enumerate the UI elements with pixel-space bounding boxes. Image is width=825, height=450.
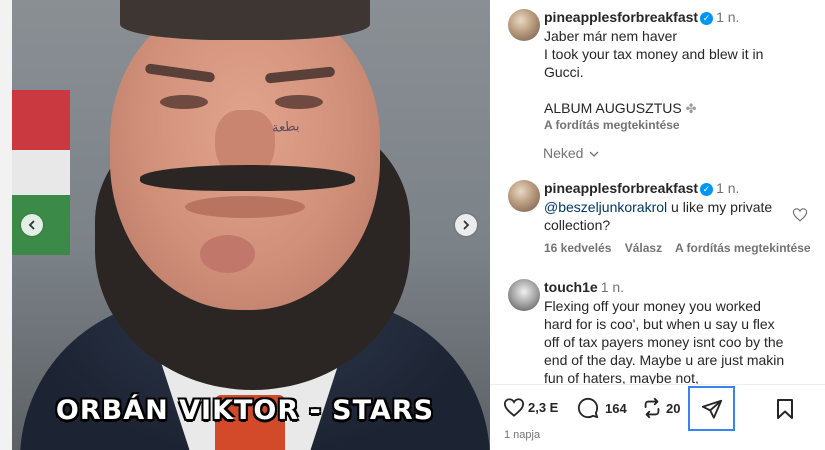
caption-line: I took your tax money and blew it in <box>544 46 764 62</box>
chevron-right-icon <box>463 220 470 230</box>
caption-line: ALBUM AUGUSZTUS <box>544 100 682 116</box>
share-button[interactable] <box>688 386 735 431</box>
reply-link[interactable]: Válasz <box>625 241 662 255</box>
media-caption: ORBÁN VIKTOR - STARS <box>55 395 435 426</box>
like-count: 2,3 E <box>528 399 559 415</box>
verified-badge-icon: ✓ <box>700 183 714 196</box>
action-bar: 2,3 E 164 20 1 napja <box>490 385 825 450</box>
save-button[interactable] <box>776 398 794 420</box>
paper-plane-icon <box>701 399 722 419</box>
see-translation-link[interactable]: A fordítás megtekintése <box>544 118 814 132</box>
repost-count: 20 <box>666 400 681 416</box>
comment-bubble-icon <box>577 397 599 419</box>
chevron-left-icon <box>28 220 35 230</box>
mention-link[interactable]: @beszeljunkorakrol <box>544 199 667 215</box>
face-tattoo: ﺑﻄﻌﺔ <box>271 119 301 136</box>
comment-meta: 16 kedvelés Válasz A fordítás megtekinté… <box>544 241 825 255</box>
avatar[interactable] <box>508 9 540 41</box>
repost-button[interactable]: 20 <box>641 397 680 419</box>
see-translation-link[interactable]: A fordítás megtekintése <box>675 241 811 255</box>
comment-username[interactable]: pineapplesforbreakfast <box>544 180 698 196</box>
heart-outline-icon[interactable] <box>792 207 808 222</box>
comment-time: 1 n. <box>600 279 625 295</box>
more-label: Neked <box>543 145 584 161</box>
hair <box>120 0 370 40</box>
post-media[interactable]: ﺑﻄﻌﺔ ORBÁN VIKTOR - STARS <box>0 0 490 450</box>
heart-outline-icon <box>503 398 525 417</box>
eye-right <box>275 95 323 109</box>
comment-likes[interactable]: 16 kedvelés <box>544 241 611 255</box>
caption-line: Gucci. <box>544 64 584 80</box>
caption-album-line: ALBUM AUGUSZTUS ✤ <box>544 99 814 118</box>
comment-button[interactable]: 164 <box>577 397 627 419</box>
caption-line: Jaber már nem haver <box>544 28 678 44</box>
repost-icon <box>644 397 660 419</box>
comment-text: @beszeljunkorakrol u like my private col… <box>544 198 794 234</box>
clover-emoji-icon: ✤ <box>685 101 697 116</box>
carousel-prev-button[interactable] <box>21 214 43 236</box>
post-username[interactable]: pineapplesforbreakfast <box>544 9 698 25</box>
caption-line <box>544 81 814 99</box>
chin-mark <box>200 235 255 273</box>
comments-panel: pineapplesforbreakfast ✓ 1 n. Jaber már ne… <box>490 0 825 450</box>
post-time: 1 n. <box>716 9 740 25</box>
more-toggle[interactable]: Neked <box>543 145 599 161</box>
avatar[interactable] <box>508 279 540 311</box>
avatar[interactable] <box>508 180 540 212</box>
comment-username[interactable]: touch1e <box>544 279 598 295</box>
carousel-next-button[interactable] <box>455 214 477 236</box>
posted-ago: 1 napja <box>504 429 541 441</box>
bookmark-icon <box>777 399 793 419</box>
comment-content: touch1e 1 n. Flexing off your money you w… <box>544 279 789 387</box>
mustache <box>140 165 355 191</box>
comment-content: pineapplesforbreakfast ✓ 1 n. @beszeljunko… <box>544 180 794 234</box>
comment-body: Flexing off your money you worked hard f… <box>544 298 785 386</box>
mouth <box>185 196 305 218</box>
chevron-down-icon <box>589 151 599 157</box>
like-button[interactable]: 2,3 E <box>503 397 558 417</box>
post-caption-content: pineapplesforbreakfast ✓ 1 n. Jaber már ne… <box>544 9 814 132</box>
verified-badge-icon: ✓ <box>700 12 714 25</box>
media-left-edge <box>0 0 12 450</box>
eye-left <box>160 95 208 109</box>
comment-count: 164 <box>605 400 627 416</box>
comment-time: 1 n. <box>716 180 740 196</box>
